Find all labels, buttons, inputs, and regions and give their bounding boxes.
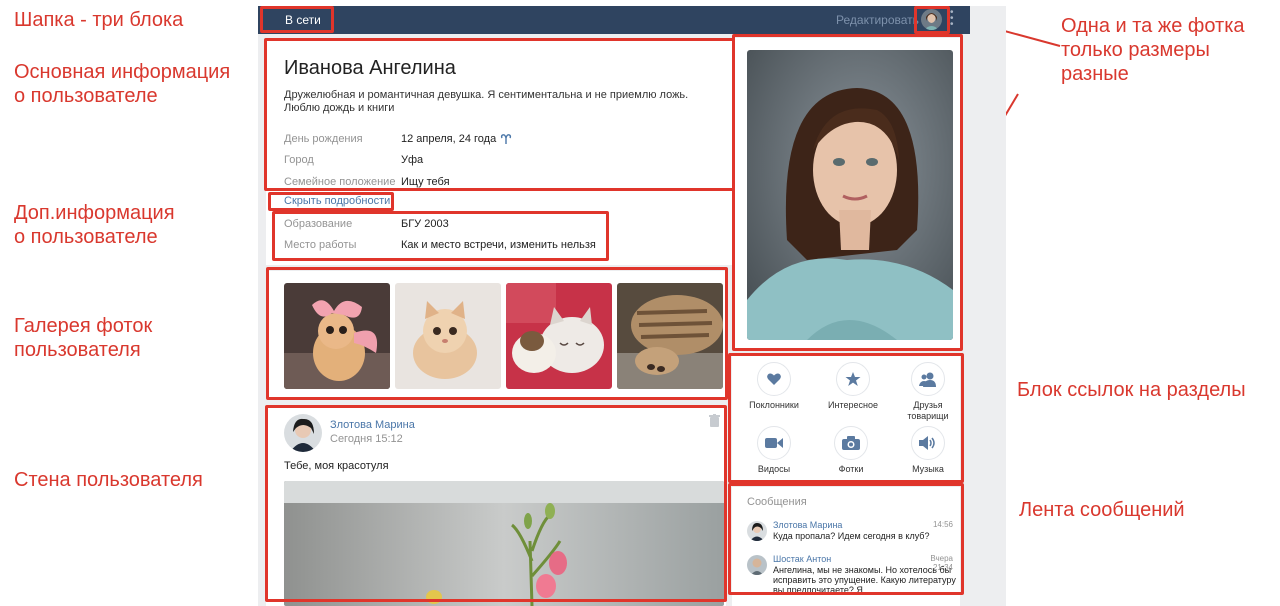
profile-status: Дружелюбная и романтичная девушка. Я сен… <box>284 89 689 114</box>
aries-icon <box>500 134 512 144</box>
profile-name: Иванова Ангелина <box>284 57 456 79</box>
heart-icon <box>767 373 781 385</box>
online-status: В сети <box>285 13 321 27</box>
message-avatar[interactable] <box>747 555 767 575</box>
section-link-label: Музыка <box>912 464 944 474</box>
message-text[interactable]: Куда пропала? Идем сегодня в клуб? <box>773 531 958 541</box>
friends-icon <box>919 372 936 387</box>
hide-details-link[interactable]: Скрыть подробности <box>284 195 390 207</box>
star-icon <box>845 372 861 386</box>
field-value-education: БГУ 2003 <box>401 218 449 230</box>
speaker-icon <box>919 436 935 450</box>
post-author-name[interactable]: Злотова Марина <box>330 419 415 431</box>
post-author-avatar[interactable] <box>284 414 322 452</box>
trash-icon[interactable] <box>709 414 720 427</box>
header-avatar[interactable] <box>921 9 942 30</box>
section-link-label: Интересное <box>828 400 878 410</box>
section-link-photos[interactable]: Фотки <box>816 426 886 475</box>
post-text: Тебе, моя красотуля <box>284 460 389 472</box>
edit-profile-link[interactable]: Редактировать <box>836 13 919 27</box>
post-time: Сегодня 15:12 <box>330 433 403 445</box>
section-link-label: Поклонники <box>749 400 799 410</box>
section-link-friends[interactable]: Друзья товарищи <box>893 362 963 422</box>
section-link-label: Фотки <box>838 464 864 474</box>
field-value-work: Как и место встречи, изменить нельзя <box>401 239 596 251</box>
field-label-work: Место работы <box>284 239 357 251</box>
field-label-education: Образование <box>284 218 353 230</box>
profile-photo[interactable] <box>747 50 953 340</box>
field-label-city: Город <box>284 154 314 166</box>
section-link-fans[interactable]: Поклонники <box>739 362 809 411</box>
section-link-label: Друзья товарищи <box>907 400 949 421</box>
message-time: 14:56 <box>932 520 953 529</box>
messages-title: Сообщения <box>747 496 807 508</box>
gallery-photo-3[interactable] <box>506 283 612 389</box>
message-avatar[interactable] <box>747 521 767 541</box>
photo-camera-icon <box>842 436 860 450</box>
message-author[interactable]: Шостак Антон <box>773 554 831 564</box>
field-value-relationship: Ищу тебя <box>401 176 450 188</box>
post-image[interactable] <box>284 481 724 606</box>
gallery-photo-4[interactable] <box>617 283 723 389</box>
field-label-birthday: День рождения <box>284 133 363 145</box>
field-label-relationship: Семейное положение <box>284 176 396 188</box>
section-link-interesting[interactable]: Интересное <box>818 362 888 411</box>
section-link-label: Видосы <box>757 464 791 474</box>
section-link-videos[interactable]: Видосы <box>739 426 809 475</box>
field-value-city: Уфа <box>401 154 424 166</box>
field-value-birthday: 12 апреля, 24 года <box>401 133 497 145</box>
section-link-music[interactable]: Музыка <box>893 426 963 475</box>
gallery-photo-1[interactable] <box>284 283 390 389</box>
header-menu-icon[interactable]: • • • <box>950 8 956 30</box>
video-camera-icon <box>765 438 783 448</box>
annotated-screenshot: Шапка - три блока Основная информация о … <box>0 0 1280 606</box>
gallery-photo-2[interactable] <box>395 283 501 389</box>
message-text[interactable]: Ангелина, мы не знакомы. Но хотелось бы … <box>773 565 958 597</box>
message-author[interactable]: Злотова Марина <box>773 520 842 530</box>
